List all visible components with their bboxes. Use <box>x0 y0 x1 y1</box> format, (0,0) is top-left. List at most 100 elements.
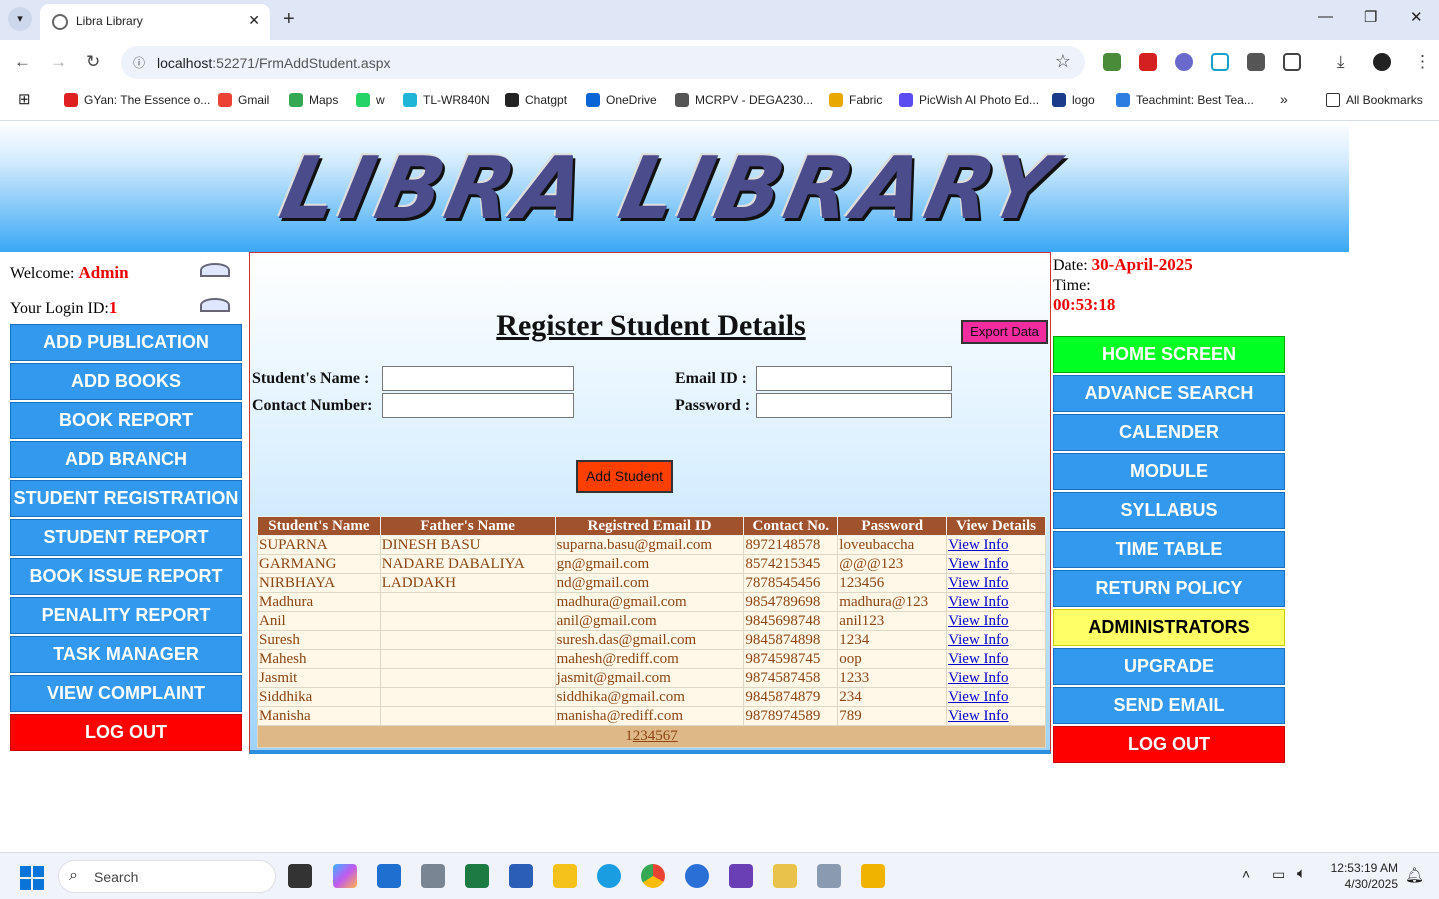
extensions-puzzle-icon[interactable] <box>1283 53 1301 71</box>
address-bar[interactable]: ⓘ localhost:52271/FrmAddStudent.aspx ☆ <box>121 46 1085 79</box>
pdf-extension-icon[interactable] <box>1139 53 1157 71</box>
logout-button-right[interactable]: LOG OUT <box>1053 726 1285 763</box>
volume-icon[interactable]: 🔈︎ <box>1297 865 1306 882</box>
bookmark-whatsapp[interactable]: w <box>356 93 385 107</box>
extension-3-icon[interactable] <box>1175 53 1193 71</box>
home-screen-button[interactable]: HOME SCREEN <box>1053 336 1285 373</box>
view-info-link[interactable]: View Info <box>948 651 1008 667</box>
network-icon[interactable]: ▭ <box>1272 866 1285 883</box>
send-email-button[interactable]: SEND EMAIL <box>1053 687 1285 724</box>
download-icon[interactable]: ⤓ <box>1337 52 1345 72</box>
forward-icon[interactable]: → <box>50 52 67 72</box>
chrome-icon[interactable] <box>641 864 665 888</box>
time-table-button[interactable]: TIME TABLE <box>1053 531 1285 568</box>
taskbar-clock[interactable]: 12:53:19 AM 4/30/2025 <box>1320 860 1398 892</box>
tool-icon[interactable] <box>773 864 797 888</box>
email-id-input[interactable] <box>756 366 952 391</box>
pager-page-link[interactable]: 7 <box>670 728 678 744</box>
new-tab-icon[interactable]: + <box>283 8 295 31</box>
advance-search-button[interactable]: ADVANCE SEARCH <box>1053 375 1285 412</box>
add-branch-button[interactable]: ADD BRANCH <box>10 441 242 478</box>
word-icon[interactable] <box>509 864 533 888</box>
syllabus-button[interactable]: SYLLABUS <box>1053 492 1285 529</box>
bookmark-gyan[interactable]: GYan: The Essence o... <box>64 93 210 107</box>
copilot-icon[interactable] <box>333 864 357 888</box>
menu-kebab-icon[interactable]: ⋮ <box>1414 52 1431 72</box>
file-explorer-icon[interactable] <box>553 864 577 888</box>
add-student-button[interactable]: Add Student <box>576 460 673 493</box>
view-info-link[interactable]: View Info <box>948 689 1008 705</box>
edge-beta-icon[interactable] <box>685 864 709 888</box>
more-bookmarks-icon[interactable]: » <box>1280 91 1288 107</box>
add-books-button[interactable]: ADD BOOKS <box>10 363 242 400</box>
bookmark-star-icon[interactable]: ☆ <box>1055 51 1071 72</box>
student-registration-button[interactable]: STUDENT REGISTRATION <box>10 480 242 517</box>
module-button[interactable]: MODULE <box>1053 453 1285 490</box>
view-info-link[interactable]: View Info <box>948 575 1008 591</box>
excel-icon[interactable] <box>465 864 489 888</box>
back-icon[interactable]: ← <box>14 52 31 72</box>
all-bookmarks[interactable]: All Bookmarks <box>1326 93 1423 107</box>
bookmark-teachmint[interactable]: Teachmint: Best Tea... <box>1116 93 1254 107</box>
extension-s-icon[interactable] <box>1247 53 1265 71</box>
administrators-button[interactable]: ADMINISTRATORS <box>1053 609 1285 646</box>
tab-close-icon[interactable]: ✕ <box>248 12 260 29</box>
tray-chevron-icon[interactable]: ˄ <box>1242 866 1250 882</box>
extension-1-icon[interactable] <box>1103 53 1121 71</box>
bookmark-fabric[interactable]: Fabric <box>829 93 882 107</box>
view-info-link[interactable]: View Info <box>948 537 1008 553</box>
notepad-icon[interactable] <box>377 864 401 888</box>
apps-grid-icon[interactable]: ⊞ <box>18 90 31 108</box>
close-window-icon[interactable]: ✕ <box>1410 8 1423 26</box>
add-publication-button[interactable]: ADD PUBLICATION <box>10 324 242 361</box>
bookmark-logo[interactable]: logo <box>1052 93 1095 107</box>
snipping-icon[interactable] <box>817 864 841 888</box>
penality-report-button[interactable]: PENALITY REPORT <box>10 597 242 634</box>
minimize-icon[interactable]: — <box>1318 8 1333 25</box>
tab-search-dropdown-icon[interactable]: ▾ <box>8 7 32 31</box>
bookmark-picwish[interactable]: PicWish AI Photo Ed... <box>899 93 1039 107</box>
profile-avatar-icon[interactable] <box>1373 53 1391 71</box>
visual-studio-icon[interactable] <box>729 864 753 888</box>
student-name-input[interactable] <box>382 366 574 391</box>
bookmark-gmail[interactable]: Gmail <box>218 93 269 107</box>
pager-page-link[interactable]: 5 <box>655 728 663 744</box>
return-policy-button[interactable]: RETURN POLICY <box>1053 570 1285 607</box>
bookmark-chatgpt[interactable]: Chatgpt <box>505 93 567 107</box>
pager-page-link[interactable]: 3 <box>640 728 648 744</box>
task-view-icon[interactable] <box>288 864 312 888</box>
windows-start-icon[interactable] <box>20 866 44 890</box>
site-info-icon[interactable]: ⓘ <box>133 54 145 71</box>
view-info-link[interactable]: View Info <box>948 556 1008 572</box>
restore-icon[interactable]: ❐ <box>1364 8 1377 26</box>
upgrade-button[interactable]: UPGRADE <box>1053 648 1285 685</box>
export-data-button[interactable]: Export Data <box>961 320 1048 344</box>
book-issue-report-button[interactable]: BOOK ISSUE REPORT <box>10 558 242 595</box>
calculator-icon[interactable] <box>421 864 445 888</box>
reload-icon[interactable]: ↻ <box>86 52 100 72</box>
notification-bell-icon[interactable]: 🔔︎ <box>1405 866 1424 884</box>
bookmark-maps[interactable]: Maps <box>289 93 338 107</box>
edge-icon[interactable] <box>597 864 621 888</box>
view-info-link[interactable]: View Info <box>948 594 1008 610</box>
book-report-button[interactable]: BOOK REPORT <box>10 402 242 439</box>
taskbar-search[interactable]: ⌕ Search <box>58 860 276 893</box>
bookmark-tl-wr840n[interactable]: TL-WR840N <box>403 93 490 107</box>
table-cell: 234 <box>837 687 948 707</box>
logout-button-left[interactable]: LOG OUT <box>10 714 242 751</box>
student-report-button[interactable]: STUDENT REPORT <box>10 519 242 556</box>
calender-button[interactable]: CALENDER <box>1053 414 1285 451</box>
bookmark-mcrpv[interactable]: MCRPV - DEGA230... <box>675 93 813 107</box>
task-manager-button[interactable]: TASK MANAGER <box>10 636 242 673</box>
browser-tab[interactable]: Libra Library ✕ <box>40 4 270 40</box>
app-icon[interactable] <box>861 864 885 888</box>
view-info-link[interactable]: View Info <box>948 613 1008 629</box>
view-info-link[interactable]: View Info <box>948 632 1008 648</box>
view-info-link[interactable]: View Info <box>948 670 1008 686</box>
save-extension-icon[interactable] <box>1211 53 1229 71</box>
contact-number-input[interactable] <box>382 393 574 418</box>
password-input[interactable] <box>756 393 952 418</box>
view-complaint-button[interactable]: VIEW COMPLAINT <box>10 675 242 712</box>
view-info-link[interactable]: View Info <box>948 708 1008 724</box>
bookmark-onedrive[interactable]: OneDrive <box>586 93 657 107</box>
